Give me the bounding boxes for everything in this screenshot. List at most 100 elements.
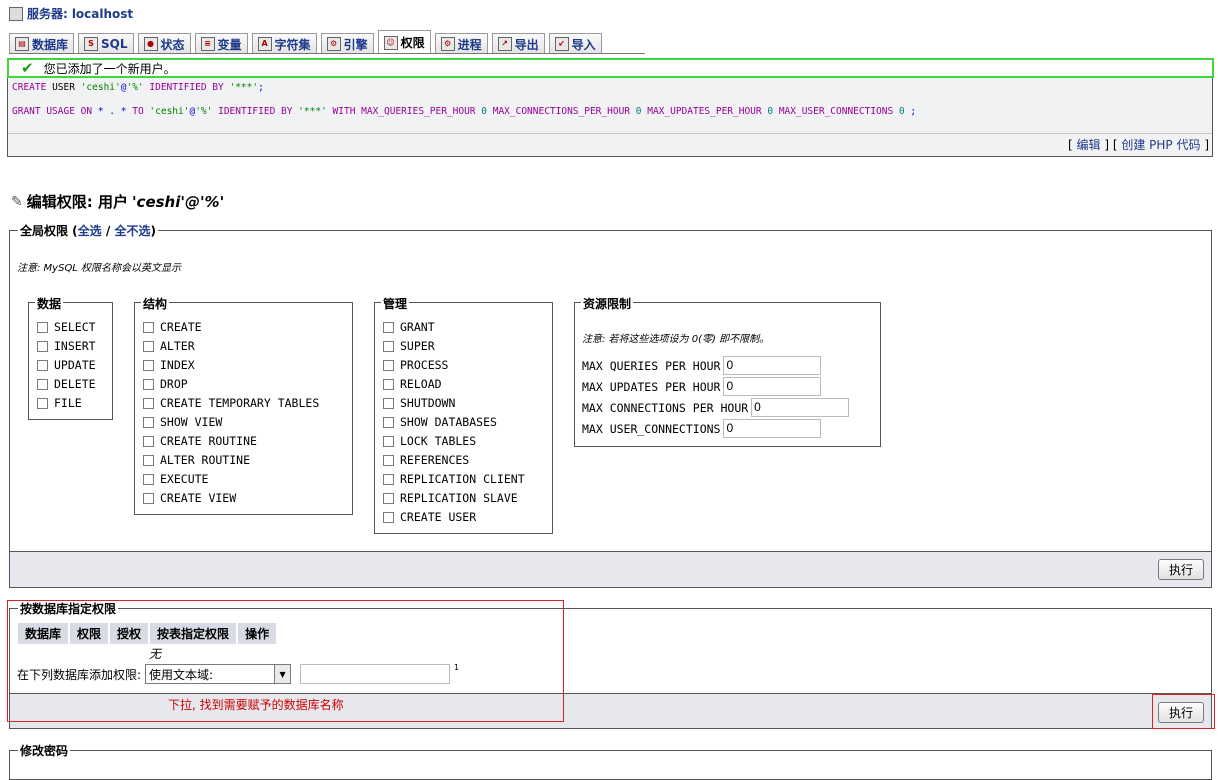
tab-import[interactable]: ↙ 导入 — [548, 33, 602, 54]
select-all-link[interactable]: 全选 — [78, 224, 102, 238]
server-icon — [9, 6, 23, 21]
priv-alter-routine[interactable]: ALTER ROUTINE — [143, 453, 250, 467]
top-tabs: ▤ 数据库 S SQL ● 状态 ≡ 变量 A 字符集 ⚙ 引擎 ☺ 权限 ⚙ 进程 ↗ 导出 ↙… — [9, 30, 602, 54]
checkbox[interactable] — [383, 492, 394, 504]
priv-delete[interactable]: DELETE — [37, 377, 96, 391]
checkbox[interactable] — [383, 473, 394, 485]
sql-separator — [8, 133, 1212, 134]
priv-show-view[interactable]: SHOW VIEW — [143, 415, 222, 429]
priv-create-user[interactable]: CREATE USER — [383, 510, 476, 524]
processes-icon: ⚙ — [440, 37, 455, 51]
annotation-box-go-button — [1152, 694, 1215, 729]
checkmark-icon: ✔ — [21, 59, 34, 77]
checkbox[interactable] — [143, 416, 154, 428]
max-queries-input[interactable]: 0 — [723, 356, 822, 375]
checkbox[interactable] — [143, 492, 154, 504]
priv-lock-tables[interactable]: LOCK TABLES — [383, 434, 476, 448]
priv-replication-client[interactable]: REPLICATION CLIENT — [383, 472, 525, 486]
priv-replication-slave[interactable]: REPLICATION SLAVE — [383, 491, 518, 505]
checkbox[interactable] — [143, 473, 154, 485]
global-privileges-fieldset: 全局权限 (全选 / 全不选) 注意: MySQL 权限名称会以英文显示 数据 … — [9, 222, 1212, 588]
priv-show-databases[interactable]: SHOW DATABASES — [383, 415, 497, 429]
priv-insert[interactable]: INSERT — [37, 339, 96, 353]
select-none-link[interactable]: 全不选 — [114, 224, 150, 238]
priv-create-routine[interactable]: CREATE ROUTINE — [143, 434, 257, 448]
tab-databases[interactable]: ▤ 数据库 — [9, 33, 75, 54]
checkbox[interactable] — [37, 378, 48, 390]
create-php-code-link[interactable]: 创建 PHP 代码 — [1121, 138, 1200, 152]
checkbox[interactable] — [383, 340, 394, 352]
checkbox[interactable] — [143, 340, 154, 352]
priv-super[interactable]: SUPER — [383, 339, 435, 353]
checkbox[interactable] — [37, 397, 48, 409]
checkbox[interactable] — [383, 378, 394, 390]
priv-grant[interactable]: GRANT — [383, 320, 435, 334]
privileges-icon: ☺ — [383, 35, 398, 50]
checkbox[interactable] — [37, 359, 48, 371]
change-password-legend: 修改密码 — [18, 742, 71, 759]
tab-engines[interactable]: ⚙ 引擎 — [320, 33, 374, 54]
tab-sql[interactable]: S SQL — [78, 33, 134, 54]
priv-create[interactable]: CREATE — [143, 320, 202, 334]
checkbox[interactable] — [383, 359, 394, 371]
tab-privileges[interactable]: ☺ 权限 — [377, 30, 431, 54]
charset-icon: A — [257, 37, 272, 51]
priv-alter[interactable]: ALTER — [143, 339, 195, 353]
edit-user-icon: ✎ — [11, 193, 23, 210]
checkbox[interactable] — [383, 454, 394, 466]
checkbox[interactable] — [383, 321, 394, 333]
priv-reload[interactable]: RELOAD — [383, 377, 442, 391]
data-group-title: 数据 — [35, 295, 64, 312]
global-go-button[interactable]: 执行 — [1158, 559, 1204, 580]
page-title: ✎ 编辑权限: 用户 'ceshi'@'%' — [11, 192, 225, 212]
priv-execute[interactable]: EXECUTE — [143, 472, 208, 486]
priv-update[interactable]: UPDATE — [37, 358, 96, 372]
checkbox[interactable] — [143, 359, 154, 371]
checkbox[interactable] — [383, 416, 394, 428]
tab-export[interactable]: ↗ 导出 — [491, 33, 545, 54]
priv-select[interactable]: SELECT — [37, 320, 96, 334]
tab-status[interactable]: ● 状态 — [137, 33, 191, 54]
priv-process[interactable]: PROCESS — [383, 358, 448, 372]
sql-line-grant: GRANT USAGE ON * . * TO 'ceshi'@'%' IDEN… — [12, 106, 917, 117]
max-user-connections-row: MAX USER_CONNECTIONS 0 — [582, 419, 822, 438]
status-icon: ● — [143, 37, 158, 51]
global-action-bar: 执行 — [10, 551, 1211, 587]
checkbox[interactable] — [383, 511, 394, 523]
priv-shutdown[interactable]: SHUTDOWN — [383, 396, 455, 410]
tab-variables[interactable]: ≡ 变量 — [194, 33, 248, 54]
sql-footer-links: [ 编辑 ] [ 创建 PHP 代码 ] — [1067, 138, 1209, 152]
max-connections-input[interactable]: 0 — [751, 398, 850, 417]
resource-group-title: 资源限制 — [581, 295, 634, 312]
priv-index[interactable]: INDEX — [143, 358, 195, 372]
priv-references[interactable]: REFERENCES — [383, 453, 469, 467]
server-link[interactable]: localhost — [72, 7, 133, 21]
checkbox[interactable] — [143, 321, 154, 333]
priv-file[interactable]: FILE — [37, 396, 82, 410]
global-note: 注意: MySQL 权限名称会以英文显示 — [17, 263, 182, 274]
heading-username: 'ceshi'@'%' — [131, 192, 225, 211]
edit-sql-link[interactable]: 编辑 — [1076, 138, 1100, 152]
priv-create-temporary-tables[interactable]: CREATE TEMPORARY TABLES — [143, 396, 319, 410]
priv-create-view[interactable]: CREATE VIEW — [143, 491, 236, 505]
checkbox[interactable] — [143, 435, 154, 447]
checkbox[interactable] — [37, 340, 48, 352]
global-privileges-legend: 全局权限 (全选 / 全不选) — [18, 222, 158, 239]
database-icon: ▤ — [15, 37, 29, 51]
data-privileges-group: 数据 SELECT INSERT UPDATE DELETE FILE — [28, 295, 113, 420]
tab-processes[interactable]: ⚙ 进程 — [434, 33, 488, 54]
max-user-connections-input[interactable]: 0 — [723, 419, 822, 438]
checkbox[interactable] — [143, 378, 154, 390]
checkbox[interactable] — [383, 435, 394, 447]
checkbox[interactable] — [383, 397, 394, 409]
tab-charset[interactable]: A 字符集 — [251, 33, 317, 54]
priv-drop[interactable]: DROP — [143, 377, 188, 391]
checkbox[interactable] — [143, 397, 154, 409]
tab-underline — [9, 53, 645, 54]
max-updates-input[interactable]: 0 — [723, 377, 822, 396]
variables-icon: ≡ — [200, 37, 215, 51]
max-updates-row: MAX UPDATES PER HOUR 0 — [582, 377, 822, 396]
checkbox[interactable] — [143, 454, 154, 466]
resource-note: 注意: 若将这些选项设为 0(零) 即不限制。 — [582, 334, 770, 345]
checkbox[interactable] — [37, 321, 48, 333]
